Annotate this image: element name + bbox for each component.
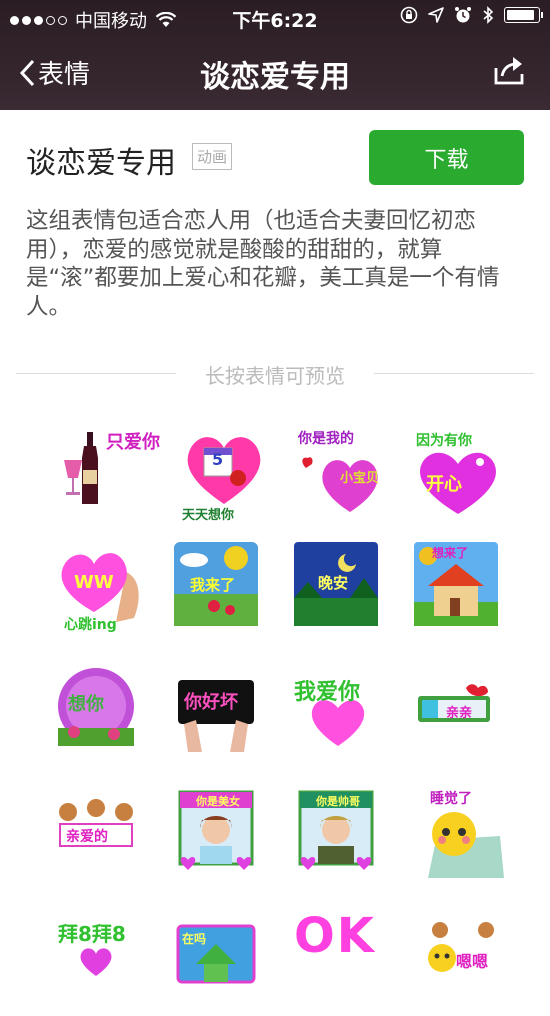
sticker-subtext: 小宝贝 — [340, 471, 380, 486]
sticker-text: 我爱你 — [294, 680, 361, 705]
handsome-frame-sticker[interactable]: 你是帅哥 — [298, 790, 390, 882]
house-sticker[interactable]: 想来了 — [414, 542, 506, 634]
sticker-text: 在吗 — [182, 932, 207, 946]
naughty-sign-sticker[interactable]: 你好坏 — [178, 676, 270, 768]
calendar-number: 5 — [212, 450, 224, 469]
thinking-of-you-sticker[interactable]: 想你 — [54, 666, 146, 758]
heart-icon — [187, 437, 261, 504]
sticker-text: 晚安 — [318, 574, 349, 592]
sticker-text: 心跳ing — [64, 617, 117, 633]
preview-hint-text: 长按表情可预览 — [205, 364, 345, 388]
sticker-text: 拜8拜8 — [58, 922, 126, 946]
sticker-text: 我来了 — [190, 576, 236, 594]
package-title: 谈恋爱专用 — [26, 146, 176, 181]
sticker-text: 亲爱的 — [66, 829, 108, 845]
baby-heart-sticker[interactable]: 你是我的 小宝贝 — [296, 428, 388, 520]
sticker-text: 你好坏 — [184, 692, 238, 713]
sticker-text: 嗯嗯 — [456, 952, 489, 971]
sticker-subtext: 开心 — [426, 474, 462, 495]
bye-bye-sticker[interactable]: 拜8拜8 — [56, 918, 148, 1010]
sticker-text: 想你 — [68, 694, 104, 715]
sticker-text: OK — [294, 908, 376, 964]
good-night-sticker[interactable]: 晚安 — [294, 542, 386, 634]
are-you-there-sticker[interactable]: 在吗 — [176, 924, 268, 1016]
sleepy-sticker[interactable]: 睡觉了 — [424, 786, 516, 878]
animated-badge: 动画 — [192, 143, 233, 170]
sticker-text: 亲亲 — [446, 706, 473, 721]
hmm-sticker[interactable]: 嗯嗯 — [424, 918, 516, 1010]
sticker-text: 因为有你 — [416, 433, 472, 449]
sticker-text: 只爱你 — [106, 432, 160, 453]
beauty-frame-sticker[interactable]: 你是美女 — [178, 790, 270, 882]
download-button[interactable]: 下载 — [369, 130, 524, 185]
sticker-text: 想来了 — [432, 546, 469, 560]
status-bar: 中国移动 下午6:22 — [0, 0, 550, 36]
im-here-sticker[interactable]: 我来了 — [174, 542, 266, 634]
alarm-icon — [455, 7, 471, 23]
sticker-text: 你是我的 — [298, 431, 354, 447]
navigation-bar: 表情 谈恋爱专用 — [0, 36, 550, 110]
location-icon — [428, 7, 444, 23]
sticker-text: 你是帅哥 — [316, 795, 360, 808]
package-header: 谈恋爱专用 动画 下载 — [0, 110, 550, 200]
sticker-text: 天天想你 — [182, 508, 235, 523]
heart-calendar-sticker[interactable]: 5 天天想你 — [178, 428, 270, 523]
preview-hint-divider: 长按表情可预览 — [16, 360, 534, 388]
ok-sticker[interactable]: OK — [294, 908, 386, 1000]
dear-sticker[interactable]: 亲爱的 — [54, 794, 146, 886]
i-love-you-sticker[interactable]: 我爱你 — [292, 668, 384, 760]
package-description: 这组表情包适合恋人用（也适合夫妻回忆初恋用），恋爱的感觉就是酸酸的甜甜的，就算是… — [26, 208, 500, 320]
sticker-text: 睡觉了 — [430, 791, 472, 807]
wine-love-sticker[interactable]: 只爱你 — [56, 428, 160, 520]
sticker-subtext: WW — [74, 572, 114, 593]
sticker-text: 你是美女 — [196, 795, 240, 808]
kiss-sticker[interactable]: 亲亲 — [414, 680, 506, 772]
share-icon[interactable] — [492, 54, 526, 86]
orientation-lock-icon — [400, 6, 418, 24]
page-title: 谈恋爱专用 — [200, 60, 350, 95]
happy-heart-sticker[interactable]: 因为有你 开心 — [412, 428, 504, 520]
top-bar: 中国移动 下午6:22 表情 谈恋爱专用 — [0, 0, 550, 110]
heartbeat-sticker[interactable]: WW 心跳ing — [56, 542, 148, 634]
bluetooth-icon — [483, 6, 494, 24]
battery-icon — [504, 7, 543, 23]
